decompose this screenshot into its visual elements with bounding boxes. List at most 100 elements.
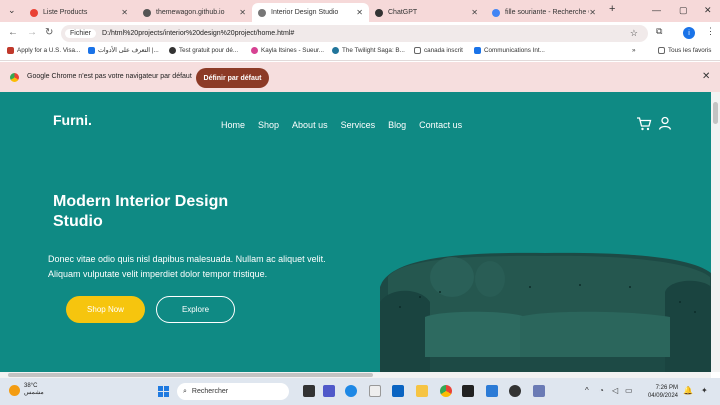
nav-contact[interactable]: Contact us <box>419 120 462 130</box>
all-bookmarks-label: Tous les favoris <box>668 47 712 54</box>
maximize-icon[interactable]: ▢ <box>679 5 688 16</box>
bookmark-item[interactable]: Test gratuit pour dé... <box>169 47 238 54</box>
tab-title: Interior Design Studio <box>271 9 339 16</box>
menu-icon[interactable]: ⋮ <box>706 26 715 37</box>
bookmark-item[interactable]: Kayla Itsines - Sueur... <box>251 47 324 54</box>
tab-title: themewagon.github.io <box>156 9 225 16</box>
edge-icon[interactable] <box>345 385 357 397</box>
nav-shop[interactable]: Shop <box>258 120 279 130</box>
bookmark-label: التعرف على الأدوات |... <box>98 47 159 54</box>
close-icon[interactable]: ✕ <box>239 8 246 17</box>
file-chip[interactable]: Fichier <box>65 29 97 38</box>
page-hero: Furni. Home Shop About us Services Blog … <box>0 92 711 372</box>
store-icon[interactable] <box>369 385 381 397</box>
extensions-icon[interactable]: ⧉ <box>656 26 662 37</box>
bookmark-item[interactable]: The Twilight Saga: B... <box>332 47 405 54</box>
window-close-icon[interactable]: ✕ <box>704 5 712 16</box>
tab-title: ChatGPT <box>388 9 418 16</box>
close-icon[interactable]: ✕ <box>589 8 596 17</box>
weather-text: 38°C مشمس <box>24 383 44 397</box>
bookmark-item[interactable]: التعرف على الأدوات |... <box>88 47 159 54</box>
weather-widget[interactable]: 38°C مشمس <box>9 383 44 397</box>
user-icon[interactable] <box>658 116 672 130</box>
battery-icon[interactable]: ▭ <box>625 386 633 395</box>
clock[interactable]: 7:26 PM 04/09/2024 <box>640 384 678 400</box>
minimize-icon[interactable]: — <box>652 5 661 15</box>
outlook-icon[interactable] <box>392 385 404 397</box>
notification-icon[interactable]: 🔔 <box>683 386 693 395</box>
chrome-icon <box>10 73 19 82</box>
nav-about[interactable]: About us <box>292 120 328 130</box>
all-bookmarks[interactable]: Tous les favoris <box>658 47 711 54</box>
search-placeholder: Rechercher <box>191 388 229 395</box>
tab-favicon-icon <box>258 8 266 17</box>
copilot-icon[interactable]: ✦ <box>701 386 708 395</box>
clock-date: 04/09/2024 <box>647 393 678 399</box>
taskbar-search[interactable]: ⌕ Rechercher <box>177 383 289 400</box>
bookmark-favicon-icon <box>7 47 14 54</box>
sofa-image <box>380 252 711 372</box>
tab-search-icon[interactable]: ⌄ <box>8 5 16 16</box>
vscode-icon[interactable] <box>486 385 498 397</box>
shop-now-button[interactable]: Shop Now <box>66 296 145 323</box>
cart-icon[interactable] <box>636 116 652 131</box>
tab-themewagon[interactable]: themewagon.github.io ✕ <box>137 3 252 22</box>
vertical-scrollbar[interactable] <box>711 92 720 372</box>
reload-icon[interactable]: ↻ <box>45 27 53 38</box>
brand-logo[interactable]: Furni. <box>53 112 92 128</box>
media-player-icon[interactable] <box>509 385 521 397</box>
tab-fille-souriante[interactable]: fille souriante - Recherche G ✕ <box>486 3 602 22</box>
search-icon: ⌕ <box>183 387 187 395</box>
windows-taskbar: 38°C مشمس ⌕ Rechercher ^ ◔ ◁ ▭ 7:26 PM 04… <box>0 378 720 405</box>
nav-blog[interactable]: Blog <box>388 120 406 130</box>
more-bookmarks-icon[interactable]: » <box>632 47 636 54</box>
terminal-icon[interactable] <box>462 385 474 397</box>
url-text: D:/html%20projects/interior%20design%20p… <box>102 30 295 37</box>
volume-icon[interactable]: ◁ <box>612 386 618 395</box>
bookmark-item[interactable]: Apply for a U.S. Visa... <box>7 47 80 54</box>
forward-icon[interactable]: → <box>27 27 37 38</box>
tab-interior-design-studio[interactable]: Interior Design Studio ✕ <box>252 3 369 22</box>
folder-icon <box>414 47 421 54</box>
tab-chatgpt[interactable]: ChatGPT ✕ <box>369 3 484 22</box>
scroll-thumb[interactable] <box>8 373 373 377</box>
tab-favicon-icon <box>492 8 500 17</box>
scroll-thumb[interactable] <box>713 102 718 124</box>
bookmark-label: Test gratuit pour dé... <box>179 47 239 54</box>
bookmark-star-icon[interactable]: ☆ <box>630 28 638 39</box>
start-icon[interactable] <box>158 386 169 397</box>
close-icon[interactable]: ✕ <box>121 8 128 17</box>
bookmark-favicon-icon <box>251 47 258 54</box>
wifi-icon[interactable]: ◔ <box>599 386 604 395</box>
nav-services[interactable]: Services <box>341 120 376 130</box>
bookmark-label: The Twilight Saga: B... <box>342 47 405 54</box>
hero-title: Modern Interior Design Studio <box>53 193 229 230</box>
file-explorer-icon[interactable] <box>416 385 428 397</box>
close-icon[interactable]: ✕ <box>702 71 710 82</box>
bookmark-item[interactable]: Communications Int... <box>474 47 545 54</box>
nav-home[interactable]: Home <box>221 120 245 130</box>
explore-button[interactable]: Explore <box>156 296 235 323</box>
tab-liste-products[interactable]: Liste Products ✕ <box>24 3 134 22</box>
hero-text: Donec vitae odio quis nisl dapibus males… <box>48 254 326 279</box>
close-icon[interactable]: ✕ <box>471 8 478 17</box>
bookmark-label: Communications Int... <box>484 47 545 54</box>
new-tab-icon[interactable]: + <box>609 3 615 15</box>
tab-strip: ⌄ Liste Products ✕ themewagon.github.io … <box>0 0 720 22</box>
back-icon[interactable]: ← <box>8 27 18 38</box>
bookmark-label: canada inscrit <box>424 47 463 54</box>
app-icon[interactable] <box>533 385 545 397</box>
bookmark-item[interactable]: canada inscrit <box>414 47 463 54</box>
clock-time: 7:26 PM <box>655 385 678 391</box>
close-icon[interactable]: ✕ <box>356 8 363 17</box>
address-toolbar: ← → ↻ Fichier D:/html%20projects/interio… <box>0 22 720 44</box>
set-default-button[interactable]: Définir par défaut <box>196 68 269 88</box>
tab-favicon-icon <box>375 8 383 17</box>
teams-icon[interactable] <box>323 385 335 397</box>
tray-chevron-icon[interactable]: ^ <box>585 386 589 395</box>
task-view-icon[interactable] <box>303 385 315 397</box>
url-bar[interactable]: Fichier D:/html%20projects/interior%20de… <box>61 25 648 42</box>
bookmark-favicon-icon <box>474 47 481 54</box>
chrome-icon[interactable] <box>440 385 452 397</box>
profile-avatar[interactable]: i <box>683 27 695 39</box>
